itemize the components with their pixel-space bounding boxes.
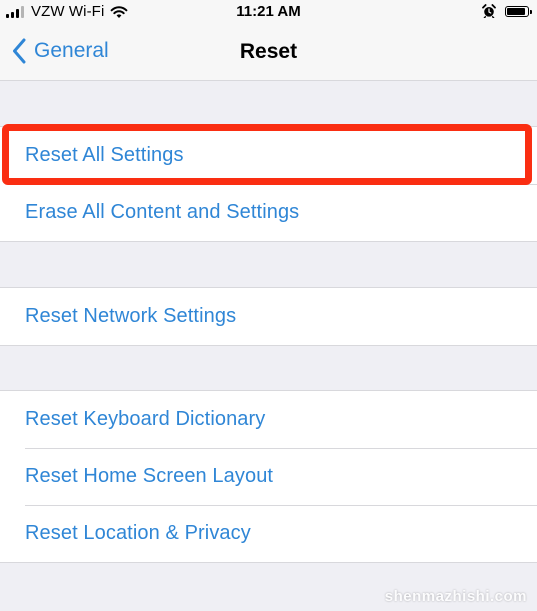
reset-keyboard-dictionary-row[interactable]: Reset Keyboard Dictionary	[0, 391, 537, 448]
battery-icon	[505, 5, 532, 17]
reset-group-network: Reset Network Settings	[0, 287, 537, 346]
reset-network-settings-row[interactable]: Reset Network Settings	[0, 288, 537, 345]
row-label: Reset Location & Privacy	[25, 522, 251, 544]
row-label: Erase All Content and Settings	[25, 201, 300, 223]
alarm-icon	[482, 4, 496, 18]
reset-group-other: Reset Keyboard Dictionary Reset Home Scr…	[0, 390, 537, 563]
status-time: 11:21 AM	[236, 3, 301, 20]
row-label: Reset Network Settings	[25, 305, 237, 327]
reset-home-screen-layout-row[interactable]: Reset Home Screen Layout	[0, 448, 537, 505]
erase-all-content-row[interactable]: Erase All Content and Settings	[0, 184, 537, 241]
row-label: Reset Home Screen Layout	[25, 465, 274, 487]
status-right	[482, 4, 532, 18]
watermark: shenmazhishi.com	[384, 588, 527, 605]
page-title: Reset	[239, 40, 298, 63]
reset-location-privacy-row[interactable]: Reset Location & Privacy	[0, 505, 537, 562]
highlight-box	[2, 124, 532, 185]
navigation-bar: General Reset	[0, 24, 537, 81]
row-label: Reset Keyboard Dictionary	[25, 408, 266, 430]
status-bar: VZW Wi-Fi 11:21 AM	[0, 0, 537, 24]
